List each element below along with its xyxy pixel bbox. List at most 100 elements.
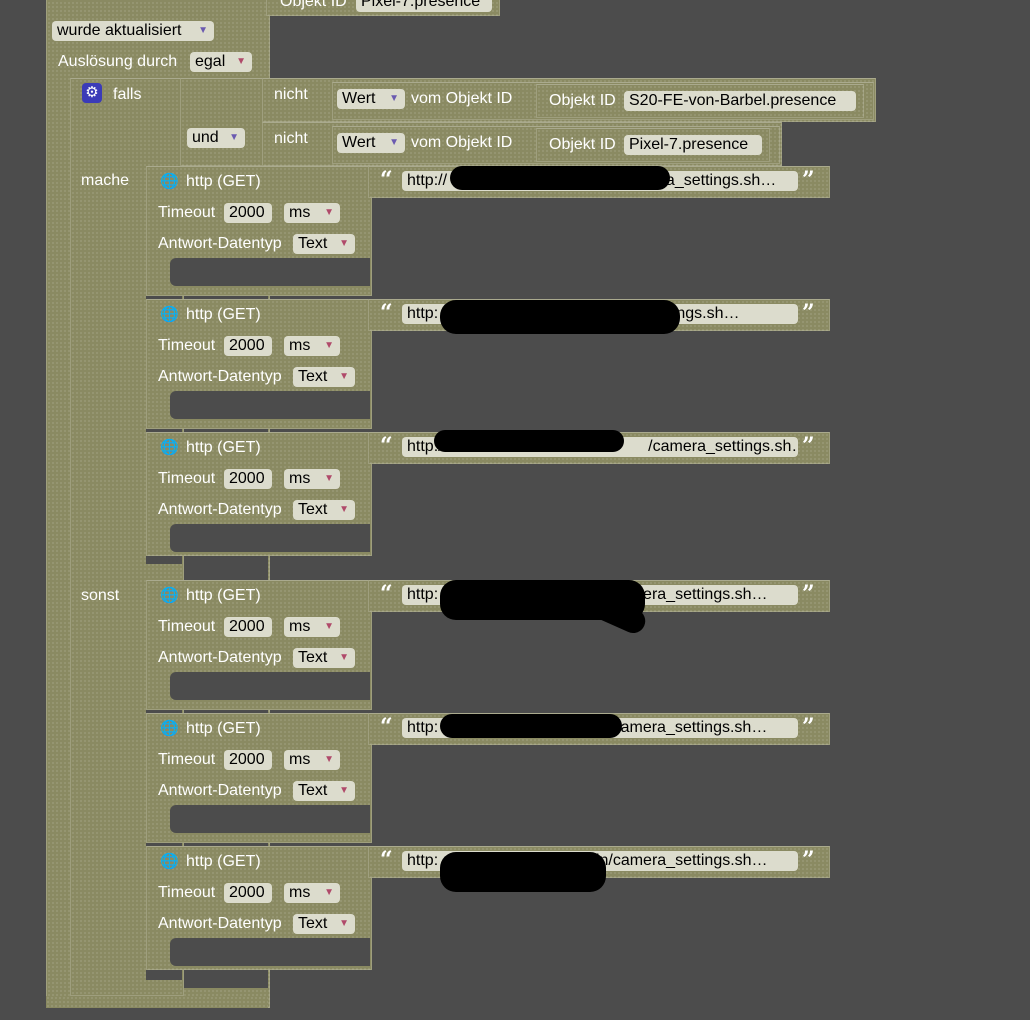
http-title: http (GET) — [186, 306, 261, 323]
globe-icon: 🌐 — [160, 173, 179, 190]
condition-container — [180, 78, 266, 166]
timeout-label: Timeout — [158, 337, 216, 354]
wert-dropdown-value-2: Wert — [342, 134, 376, 151]
timeout-label: Timeout — [158, 470, 216, 487]
timeout-input[interactable]: 2000 — [224, 336, 272, 356]
response-type-value: Text — [298, 501, 328, 518]
dropdown-arrow-icon: ▼ — [324, 754, 334, 765]
redaction-mark — [434, 430, 624, 452]
timeout-input[interactable]: 2000 — [224, 469, 272, 489]
open-quote-icon: “ — [380, 581, 393, 607]
http-block-notch — [170, 391, 370, 419]
response-type-dropdown[interactable]: Text ▼ — [293, 234, 355, 254]
timeout-input[interactable]: 2000 — [224, 883, 272, 903]
url-tail: /camera_settings.sh… — [608, 719, 768, 736]
close-quote-icon: ” — [802, 433, 815, 459]
dropdown-arrow-icon: ▼ — [389, 137, 399, 148]
top-object-field[interactable]: Pixel-7.presence — [356, 0, 492, 12]
open-quote-icon: “ — [380, 714, 393, 740]
response-type-value: Text — [298, 368, 328, 385]
mache-label: mache — [81, 172, 130, 189]
timeout-unit-dropdown[interactable]: ms ▼ — [284, 750, 340, 770]
open-quote-icon: “ — [380, 847, 393, 873]
timeout-unit-dropdown[interactable]: ms ▼ — [284, 617, 340, 637]
dropdown-arrow-icon: ▼ — [389, 93, 399, 104]
globe-icon: 🌐 — [160, 439, 179, 456]
dropdown-arrow-icon: ▼ — [339, 918, 349, 929]
response-type-dropdown[interactable]: Text ▼ — [293, 648, 355, 668]
response-type-label: Antwort-Datentyp — [158, 915, 282, 932]
response-type-dropdown[interactable]: Text ▼ — [293, 367, 355, 387]
dropdown-arrow-icon: ▼ — [324, 887, 334, 898]
http-block-notch — [170, 524, 370, 552]
object-field-2[interactable]: Pixel-7.presence — [624, 135, 762, 155]
timeout-unit-dropdown[interactable]: ms ▼ — [284, 469, 340, 489]
top-object-label: Objekt ID — [280, 0, 347, 10]
trigger-dropdown[interactable]: egal ▼ — [190, 52, 252, 72]
gear-icon[interactable]: ⚙ — [82, 83, 102, 103]
trigger-dropdown-value: egal — [195, 53, 226, 70]
timeout-input[interactable]: 2000 — [224, 203, 272, 223]
timeout-unit-dropdown[interactable]: ms ▼ — [284, 883, 340, 903]
response-type-value: Text — [298, 915, 328, 932]
nicht-label-1: nicht — [274, 86, 308, 103]
sonst-label: sonst — [81, 587, 120, 604]
event-dropdown[interactable]: wurde aktualisiert ▼ — [52, 21, 214, 41]
wert-dropdown-value-1: Wert — [342, 90, 376, 107]
dropdown-arrow-icon: ▼ — [236, 56, 246, 67]
open-quote-icon: “ — [380, 167, 393, 193]
response-type-dropdown[interactable]: Text ▼ — [293, 781, 355, 801]
objekt-id-label-2: Objekt ID — [549, 136, 616, 153]
timeout-label: Timeout — [158, 751, 216, 768]
dropdown-arrow-icon: ▼ — [339, 785, 349, 796]
url-visible-part: http: — [407, 305, 439, 322]
http-title: http (GET) — [186, 720, 261, 737]
timeout-unit-dropdown[interactable]: ms ▼ — [284, 203, 340, 223]
close-quote-icon: ” — [802, 581, 815, 607]
response-type-dropdown[interactable]: Text ▼ — [293, 914, 355, 934]
response-type-label: Antwort-Datentyp — [158, 235, 282, 252]
trigger-label: Auslösung durch — [58, 53, 178, 70]
response-type-label: Antwort-Datentyp — [158, 649, 282, 666]
close-quote-icon: ” — [802, 167, 815, 193]
timeout-unit-value: ms — [289, 204, 311, 221]
timeout-unit-value: ms — [289, 470, 311, 487]
timeout-input[interactable]: 2000 — [224, 617, 272, 637]
globe-icon: 🌐 — [160, 587, 179, 604]
wert-dropdown-1[interactable]: Wert ▼ — [337, 89, 405, 109]
dropdown-arrow-icon: ▼ — [324, 340, 334, 351]
dropdown-arrow-icon: ▼ — [324, 207, 334, 218]
close-quote-icon: ” — [802, 714, 815, 740]
dropdown-arrow-icon: ▼ — [229, 132, 239, 143]
timeout-unit-value: ms — [289, 884, 311, 901]
und-dropdown-value: und — [192, 129, 219, 146]
response-type-dropdown[interactable]: Text ▼ — [293, 500, 355, 520]
timeout-input[interactable]: 2000 — [224, 750, 272, 770]
und-dropdown[interactable]: und ▼ — [187, 128, 245, 148]
redaction-mark — [440, 300, 680, 334]
url-tail: i-bin/camera_settings.sh… — [578, 852, 768, 869]
response-type-label: Antwort-Datentyp — [158, 501, 282, 518]
open-quote-icon: “ — [380, 433, 393, 459]
timeout-unit-value: ms — [289, 751, 311, 768]
wert-dropdown-2[interactable]: Wert ▼ — [337, 133, 405, 153]
http-block-notch — [170, 258, 370, 286]
dropdown-arrow-icon: ▼ — [324, 621, 334, 632]
redaction-mark — [450, 166, 670, 190]
redaction-mark — [440, 852, 606, 892]
vom-objekt-label-1: vom Objekt ID — [411, 90, 513, 107]
url-tail: /camera_settings.sh… — [648, 438, 798, 455]
redaction-mark — [440, 714, 622, 738]
timeout-unit-dropdown[interactable]: ms ▼ — [284, 336, 340, 356]
response-type-label: Antwort-Datentyp — [158, 782, 282, 799]
http-block-notch — [170, 805, 370, 833]
dropdown-arrow-icon: ▼ — [198, 25, 208, 36]
http-block-notch — [170, 938, 370, 966]
dropdown-arrow-icon: ▼ — [339, 504, 349, 515]
url-visible-part: http:// — [407, 172, 448, 189]
object-field-1[interactable]: S20-FE-von-Barbel.presence — [624, 91, 856, 111]
timeout-label: Timeout — [158, 618, 216, 635]
response-type-value: Text — [298, 649, 328, 666]
globe-icon: 🌐 — [160, 720, 179, 737]
dropdown-arrow-icon: ▼ — [339, 371, 349, 382]
